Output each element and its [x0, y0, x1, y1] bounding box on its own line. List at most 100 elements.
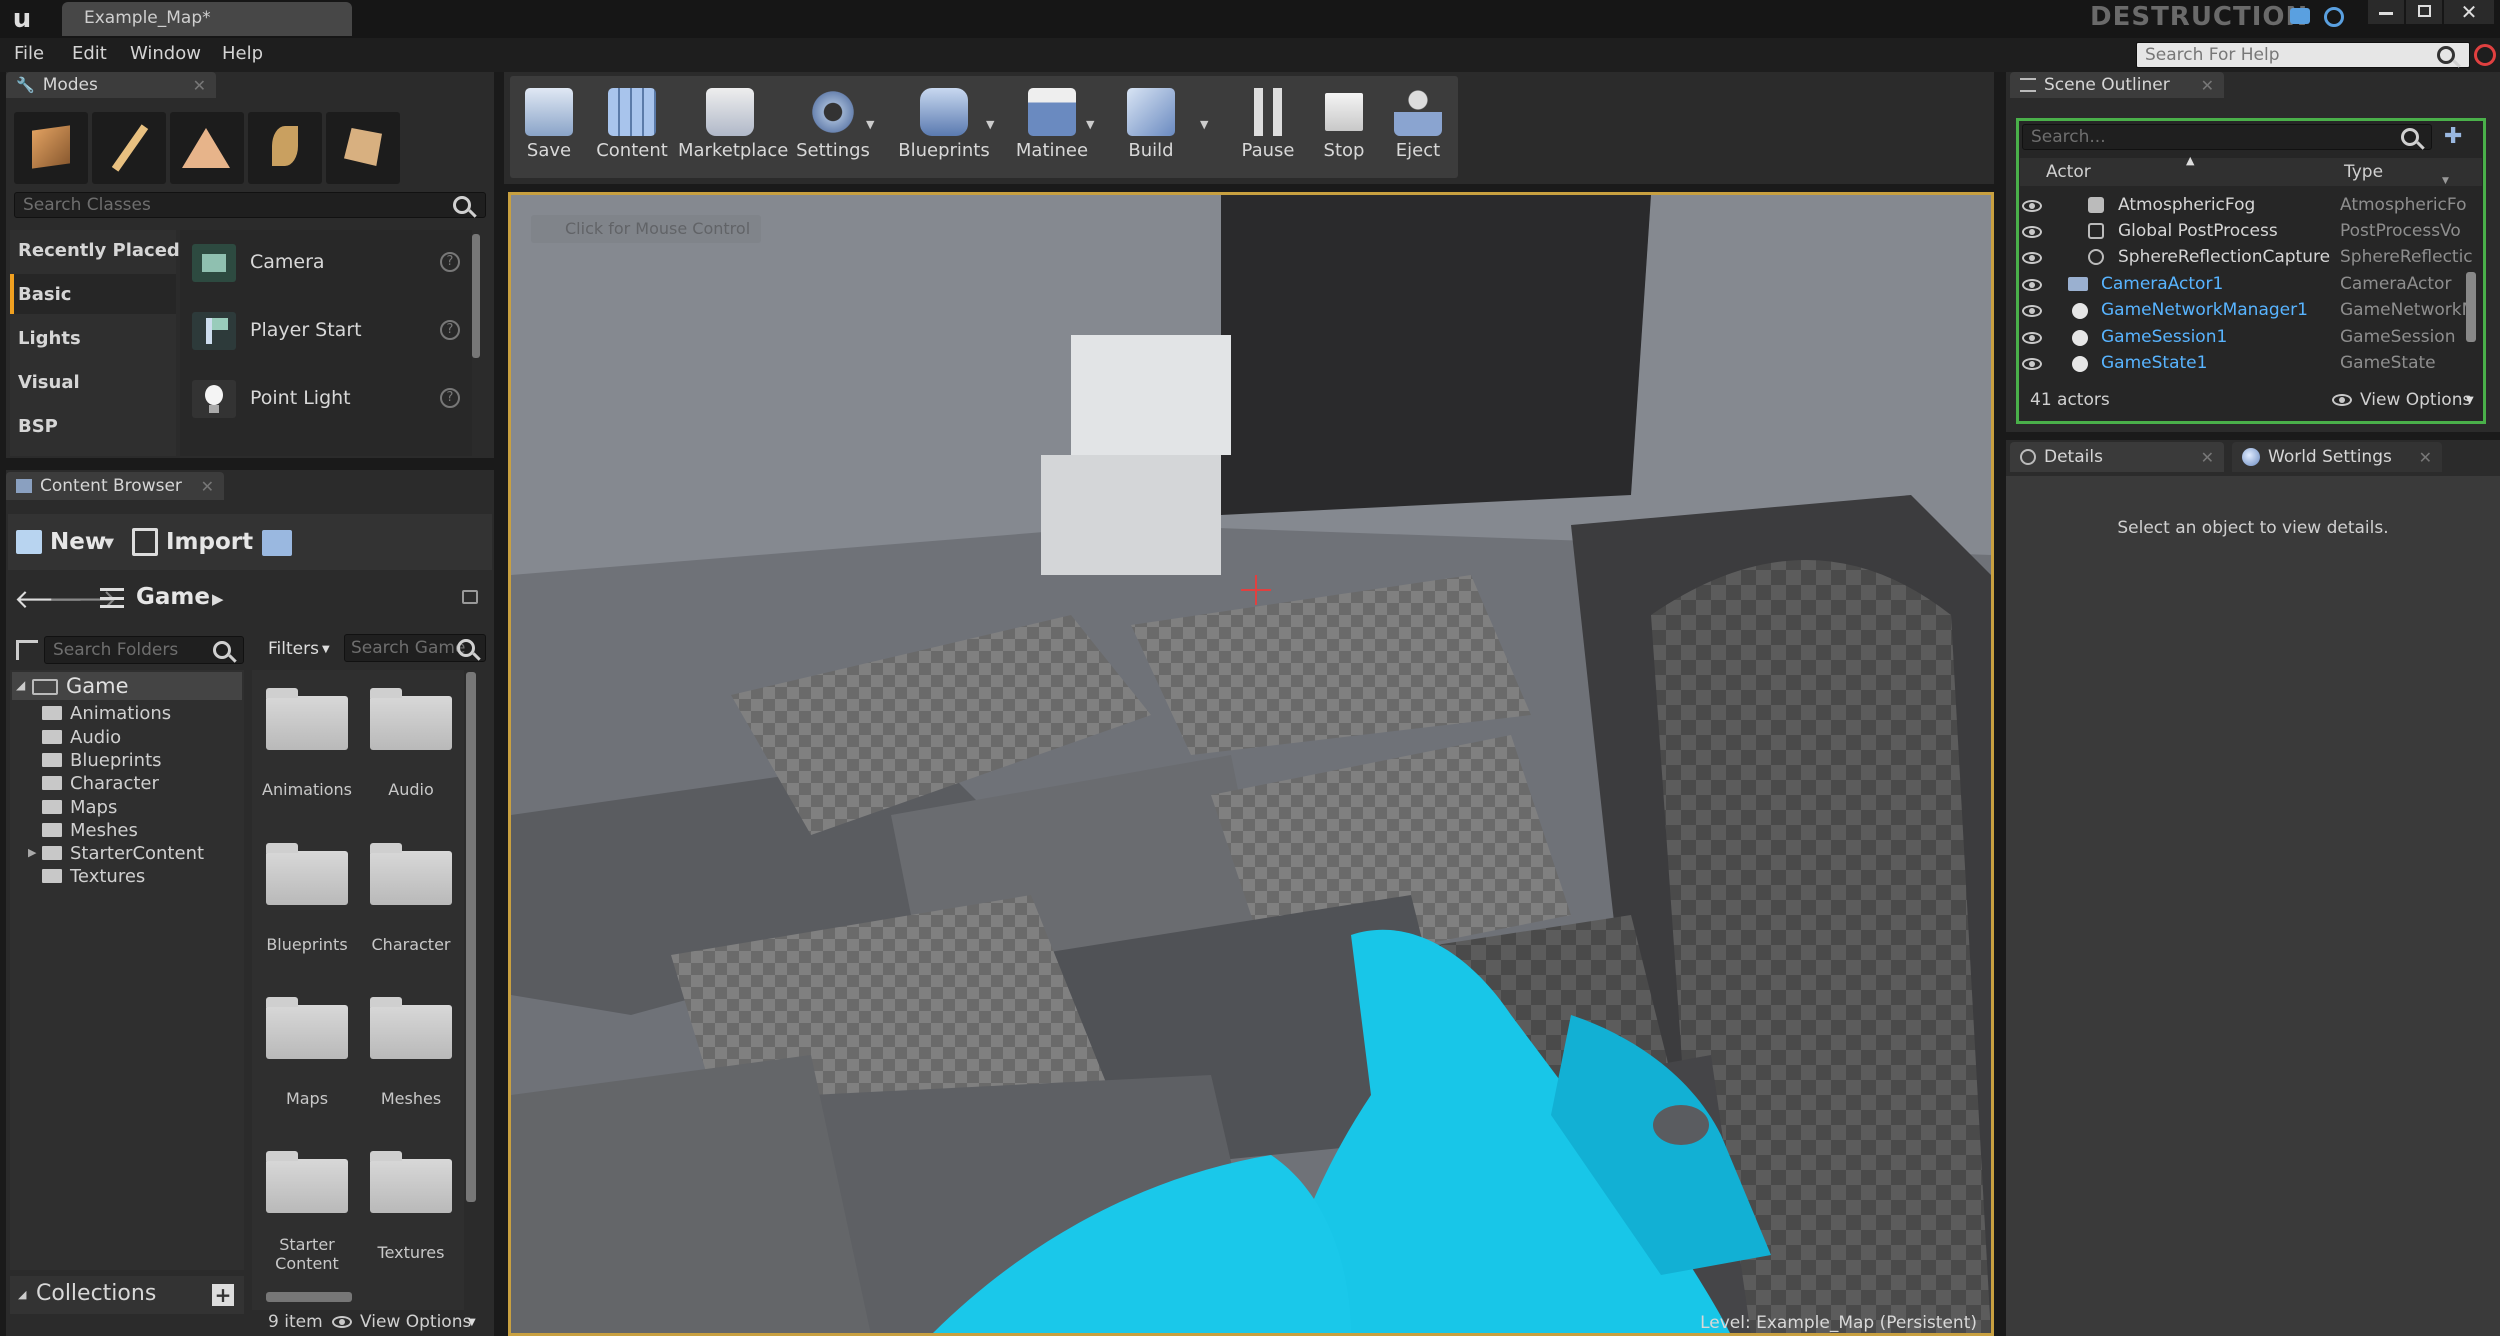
list-item-point-light[interactable]: Point Light ?: [184, 374, 466, 424]
outliner-view-options-button[interactable]: View Options ▼: [2330, 388, 2480, 412]
folder-tile-maps[interactable]: Maps: [252, 989, 362, 1139]
outliner-row[interactable]: Global PostProcess PostProcessVo: [2012, 219, 2472, 245]
folder-tile-meshes[interactable]: Meshes: [356, 989, 466, 1139]
tree-item-animations[interactable]: Animations: [42, 703, 171, 724]
outliner-row[interactable]: GameState1 GameState: [2012, 351, 2472, 377]
tree-item-audio[interactable]: Audio: [42, 727, 121, 748]
tree-item-character[interactable]: Character: [42, 773, 159, 794]
tree-item-blueprints[interactable]: Blueprints: [42, 750, 162, 771]
category-visual[interactable]: Visual: [18, 372, 80, 393]
column-dropdown-icon[interactable]: ▼: [2442, 176, 2449, 186]
folder-tile-animations[interactable]: Animations: [252, 680, 362, 830]
tab-modes[interactable]: 🔧 Modes ✕: [6, 72, 216, 98]
sources-panel-icon[interactable]: [16, 640, 38, 660]
category-recently-placed[interactable]: Recently Placed: [18, 240, 180, 261]
mode-place-button[interactable]: [14, 112, 88, 184]
stop-button[interactable]: Stop: [1312, 82, 1376, 172]
eye-icon[interactable]: [2022, 305, 2042, 317]
tab-world-settings[interactable]: World Settings ✕: [2232, 442, 2442, 472]
no-entry-icon[interactable]: [2474, 44, 2496, 66]
menu-file[interactable]: File: [14, 43, 44, 64]
save-all-icon[interactable]: [262, 530, 292, 556]
folder-tile-textures[interactable]: Textures: [356, 1143, 466, 1293]
eye-icon[interactable]: [2022, 358, 2042, 370]
close-button[interactable]: ✕: [2444, 0, 2494, 24]
tab-content-browser[interactable]: Content Browser ✕: [6, 472, 224, 500]
view-options-button[interactable]: View Options ▼: [330, 1310, 482, 1334]
tree-item-startercontent[interactable]: StarterContent: [42, 843, 204, 864]
outliner-row[interactable]: AtmosphericFog AtmosphericFo: [2012, 193, 2472, 219]
mode-geometry-button[interactable]: [326, 112, 400, 184]
close-icon[interactable]: ✕: [2201, 76, 2214, 95]
lock-icon[interactable]: [462, 590, 478, 604]
matinee-dropdown-icon[interactable]: ▼: [1086, 118, 1094, 131]
outliner-row[interactable]: SphereReflectionCapture SphereReflectic: [2012, 245, 2473, 271]
blueprints-dropdown-icon[interactable]: ▼: [986, 118, 994, 131]
sync-icon[interactable]: [2324, 7, 2344, 27]
marketplace-button[interactable]: Marketplace: [678, 82, 788, 172]
close-icon[interactable]: ✕: [2201, 448, 2214, 467]
restore-button[interactable]: [2406, 0, 2442, 24]
folder-tile-blueprints[interactable]: Blueprints: [252, 835, 362, 985]
search-game-input[interactable]: Search Game: [344, 634, 486, 662]
close-icon[interactable]: ✕: [201, 477, 214, 496]
blueprints-button[interactable]: Blueprints: [898, 82, 990, 172]
category-bsp[interactable]: BSP: [18, 416, 58, 437]
viewport[interactable]: Click for Mouse Control Level: Example_M…: [508, 192, 1994, 1336]
help-icon[interactable]: ?: [440, 252, 460, 272]
folder-tile-starter-content[interactable]: Starter Content: [252, 1143, 362, 1293]
close-icon[interactable]: ✕: [193, 76, 206, 95]
collections-bar[interactable]: ◢ Collections +: [10, 1276, 244, 1314]
menu-help[interactable]: Help: [222, 43, 263, 64]
column-header-type[interactable]: Type: [2344, 162, 2383, 182]
outliner-search-input[interactable]: Search...: [2022, 124, 2432, 150]
filters-button[interactable]: Filters ▼: [264, 636, 340, 664]
menu-edit[interactable]: Edit: [72, 43, 107, 64]
folder-tile-audio[interactable]: Audio: [356, 680, 466, 830]
menu-window[interactable]: Window: [130, 43, 201, 64]
help-search-input[interactable]: Search For Help: [2136, 42, 2470, 68]
save-button[interactable]: Save: [516, 82, 582, 172]
close-icon[interactable]: ✕: [2419, 448, 2432, 467]
settings-dropdown-icon[interactable]: ▼: [866, 118, 874, 131]
tab-scene-outliner[interactable]: Scene Outliner ✕: [2010, 72, 2224, 98]
chevron-right-icon[interactable]: ▶: [212, 590, 224, 608]
list-item-camera[interactable]: Camera ?: [184, 238, 466, 288]
build-button[interactable]: Build: [1114, 82, 1188, 172]
add-actor-icon[interactable]: ✚: [2444, 124, 2468, 149]
mode-paint-button[interactable]: [92, 112, 166, 184]
tree-item-textures[interactable]: Textures: [42, 866, 145, 887]
mode-landscape-button[interactable]: [170, 112, 244, 184]
list-item-player-start[interactable]: Player Start ?: [184, 306, 466, 356]
eject-button[interactable]: Eject: [1386, 82, 1450, 172]
mode-foliage-button[interactable]: [248, 112, 322, 184]
column-header-actor[interactable]: Actor: [2046, 162, 2091, 182]
matinee-button[interactable]: Matinee: [1010, 82, 1094, 172]
settings-button[interactable]: Settings: [794, 82, 872, 172]
folder-tile-character[interactable]: Character: [356, 835, 466, 985]
placeable-scrollbar[interactable]: [472, 234, 480, 358]
content-button[interactable]: Content: [590, 82, 674, 172]
eye-icon[interactable]: [2022, 200, 2042, 212]
eye-icon[interactable]: [2022, 279, 2042, 291]
build-dropdown-icon[interactable]: ▼: [1200, 118, 1208, 131]
outliner-row[interactable]: CameraActor1 CameraActor: [2012, 272, 2472, 298]
eye-icon[interactable]: [2022, 332, 2042, 344]
path-segment-game[interactable]: Game: [136, 584, 210, 610]
asset-scrollbar[interactable]: [466, 672, 476, 1202]
search-folders-input[interactable]: Search Folders: [44, 636, 244, 664]
feedback-icon[interactable]: [2290, 8, 2310, 24]
help-icon[interactable]: ?: [440, 320, 460, 340]
outliner-scrollbar[interactable]: [2466, 272, 2476, 342]
add-collection-icon[interactable]: +: [212, 1284, 234, 1306]
minimize-button[interactable]: [2368, 0, 2404, 24]
path-menu-icon[interactable]: [100, 588, 124, 608]
outliner-row[interactable]: GameNetworkManager1 GameNetworkM: [2012, 298, 2476, 324]
import-button[interactable]: Import: [130, 526, 253, 562]
eye-icon[interactable]: [2022, 226, 2042, 238]
category-lights[interactable]: Lights: [18, 328, 81, 349]
pause-button[interactable]: Pause: [1236, 82, 1300, 172]
mouse-control-hint[interactable]: Click for Mouse Control: [531, 215, 761, 243]
tree-item-meshes[interactable]: Meshes: [42, 820, 138, 841]
tree-item-maps[interactable]: Maps: [42, 797, 117, 818]
